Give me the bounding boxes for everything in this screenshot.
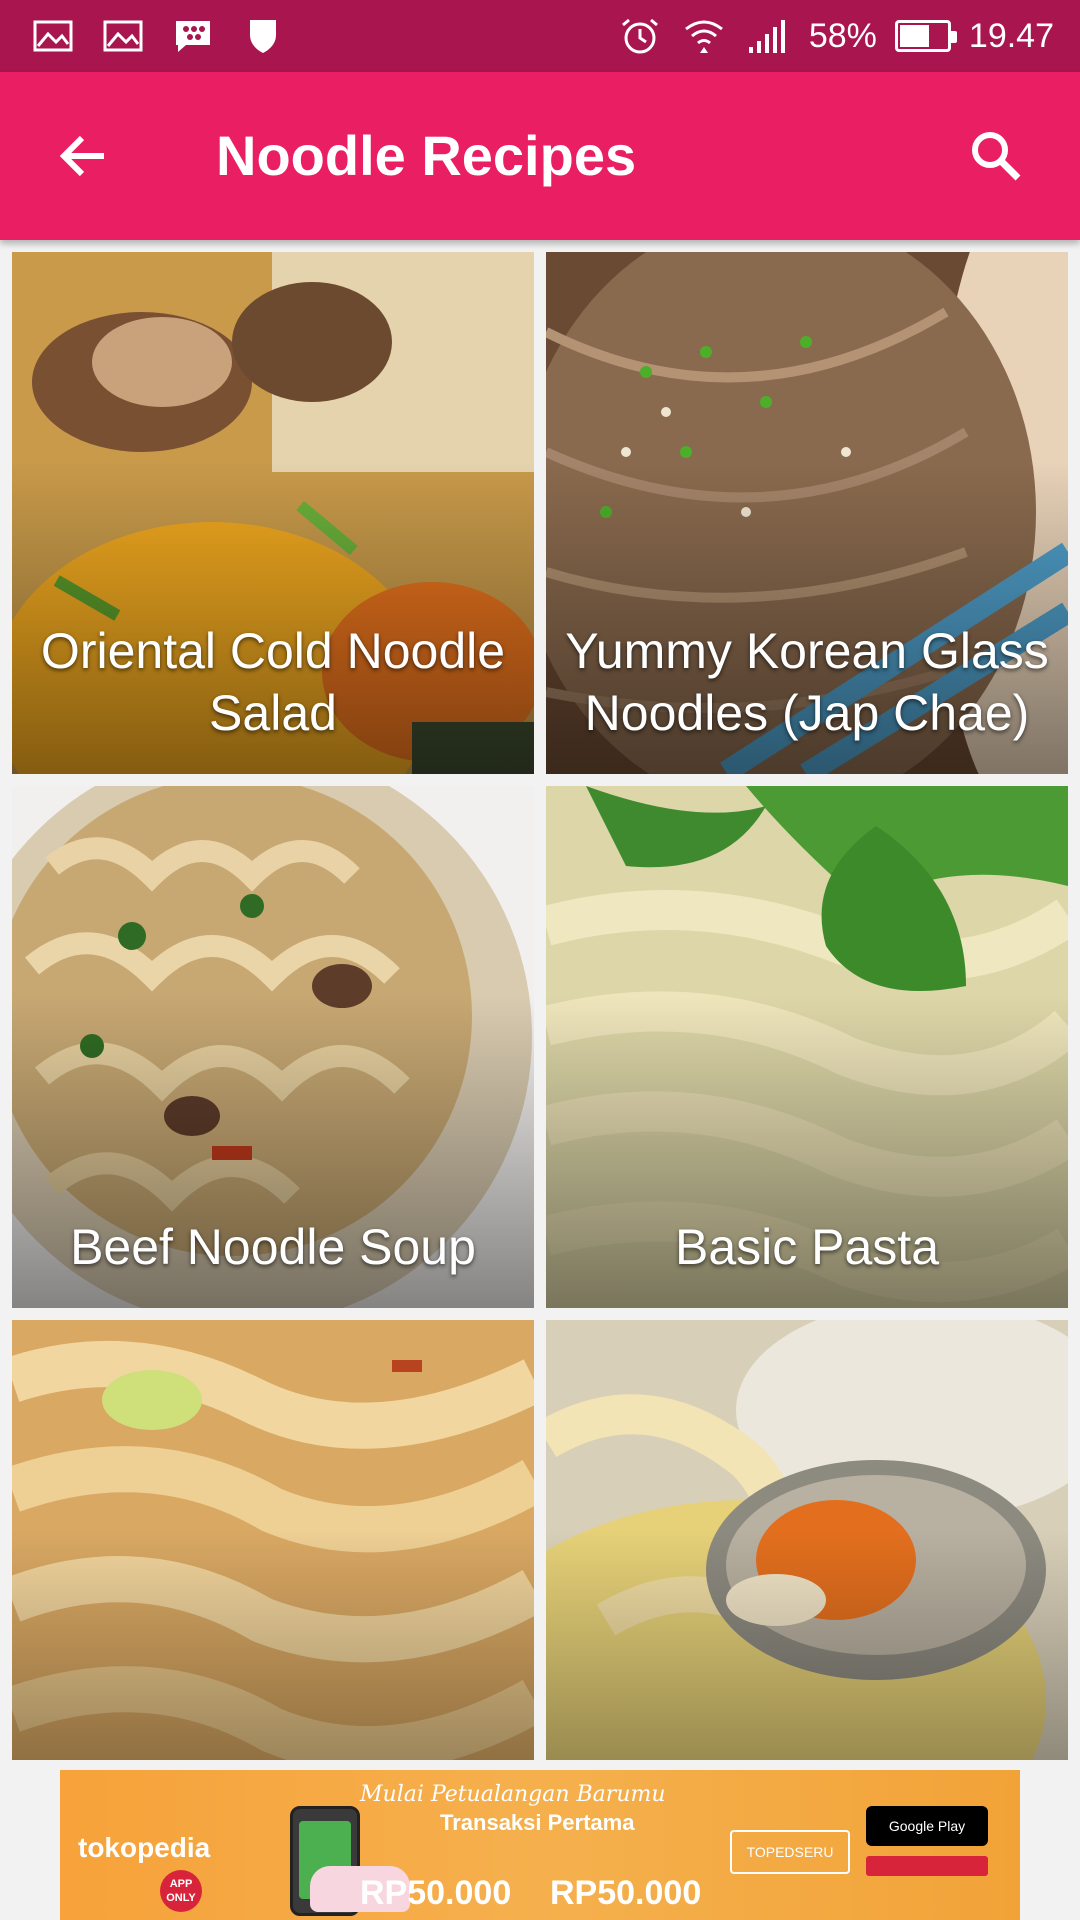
recipe-card[interactable]: Beef Noodle Soup bbox=[12, 786, 534, 1308]
bbm-icon bbox=[170, 16, 216, 56]
ad-subheadline: Transaksi Pertama bbox=[440, 1810, 635, 1835]
google-play-badge[interactable]: Google Play bbox=[866, 1806, 988, 1846]
ad-promo-1: RP50.000 bbox=[360, 1874, 512, 1912]
status-bar: 58% 19.47 bbox=[0, 0, 1080, 72]
ad-promo-2: RP50.000 bbox=[550, 1874, 702, 1912]
recipe-title: Beef Noodle Soup bbox=[70, 1219, 476, 1275]
back-button[interactable] bbox=[40, 112, 128, 200]
recipe-title: Oriental Cold Noodle Salad bbox=[40, 623, 506, 741]
ad-cta-strip bbox=[866, 1856, 988, 1876]
gallery-icon bbox=[100, 16, 146, 56]
battery-percent: 58% bbox=[808, 16, 877, 55]
recipe-grid: Oriental Cold Noodle Salad Yummy Korean … bbox=[0, 240, 1080, 1760]
recipe-card[interactable]: Yummy Korean Glass Noodles (Jap Chae) bbox=[546, 252, 1068, 774]
alarm-icon bbox=[617, 16, 663, 56]
recipe-title: Yummy Korean Glass Noodles (Jap Chae) bbox=[565, 623, 1049, 741]
system-status: 58% 19.47 bbox=[617, 10, 1054, 62]
recipe-card[interactable]: Basic Pasta bbox=[546, 786, 1068, 1308]
ad-headline: Mulai Petualangan Barumu bbox=[360, 1782, 666, 1807]
search-icon bbox=[972, 132, 1021, 181]
battery-level bbox=[899, 25, 929, 47]
ad-promo-code: TOPEDSERU bbox=[730, 1830, 850, 1874]
ad-brand: tokopedia bbox=[78, 1832, 211, 1863]
page-title: Noodle Recipes bbox=[216, 124, 637, 187]
ad-app-only-badge: APP ONLY bbox=[160, 1870, 202, 1912]
recipe-title: Cabbage and Noodles bbox=[12, 1752, 534, 1760]
app-bar: Noodle Recipes bbox=[0, 72, 1080, 240]
signal-icon bbox=[745, 16, 791, 56]
recipe-title: Homemade Chicken Noodle Soup bbox=[546, 1752, 1068, 1760]
arrow-left-icon bbox=[59, 135, 104, 177]
clock: 19.47 bbox=[968, 16, 1054, 55]
shield-icon bbox=[240, 16, 286, 56]
recipe-title: Basic Pasta bbox=[674, 1219, 939, 1275]
battery-icon bbox=[894, 20, 957, 52]
search-button[interactable] bbox=[952, 112, 1040, 200]
wifi-icon bbox=[681, 16, 727, 56]
gallery-icon bbox=[30, 16, 76, 56]
recipe-card[interactable]: Cabbage and Noodles bbox=[12, 1320, 534, 1760]
recipe-card[interactable]: Homemade Chicken Noodle Soup bbox=[546, 1320, 1068, 1760]
recipe-card[interactable]: Oriental Cold Noodle Salad bbox=[12, 252, 534, 774]
label-shade bbox=[546, 1528, 1068, 1760]
ad-banner[interactable]: tokopedia APP ONLY Mulai Petualangan Bar… bbox=[60, 1770, 1020, 1920]
notification-icons bbox=[30, 14, 286, 58]
label-shade bbox=[12, 1528, 534, 1760]
